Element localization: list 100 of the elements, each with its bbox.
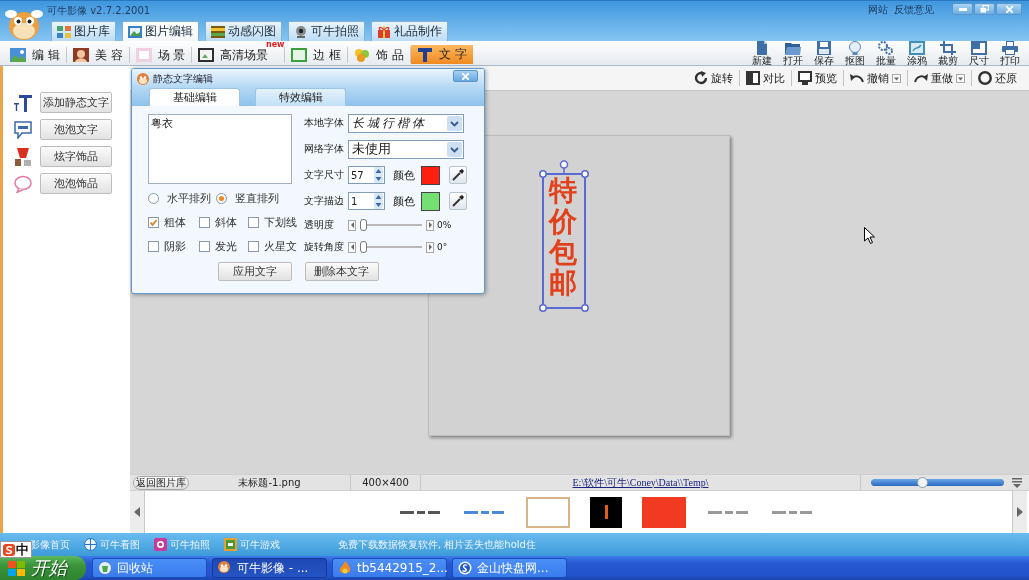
taskbar-button[interactable]: 回收站 bbox=[92, 558, 207, 578]
start-button[interactable]: 开始 bbox=[0, 556, 86, 580]
radio-button[interactable] bbox=[148, 192, 159, 204]
image-size: 400×400 bbox=[362, 477, 409, 488]
tool-button[interactable]: 尺寸 bbox=[963, 40, 994, 66]
folder-path-link[interactable]: E:\软件\可牛\Coney\Data\\Temp\ bbox=[572, 475, 709, 490]
checkbox[interactable] bbox=[199, 241, 210, 252]
portrait-icon bbox=[72, 48, 89, 62]
checkbox[interactable] bbox=[199, 217, 210, 228]
panel-button[interactable]: 泡泡饰品 bbox=[40, 173, 112, 194]
taskbar-button[interactable]: 金山快盘网... bbox=[452, 558, 567, 578]
tool-button[interactable]: 打印 bbox=[994, 40, 1025, 66]
close-button[interactable] bbox=[996, 3, 1022, 15]
new-label: new bbox=[265, 41, 285, 49]
dialog-button[interactable]: 删除本文字 bbox=[304, 262, 379, 281]
increase-button[interactable] bbox=[426, 219, 434, 231]
color-swatch[interactable] bbox=[421, 191, 440, 211]
dialog-tab[interactable]: 基础编辑 bbox=[149, 88, 240, 106]
header-link[interactable]: 网站 bbox=[868, 4, 888, 16]
opacity-slider[interactable] bbox=[360, 219, 422, 231]
radio-button[interactable] bbox=[216, 192, 227, 204]
slider-thumb[interactable] bbox=[360, 219, 367, 231]
checkbox[interactable] bbox=[248, 241, 259, 252]
framed-square-icon bbox=[224, 538, 237, 551]
edit-tab[interactable]: 饰 品 bbox=[348, 42, 411, 64]
canvas-tool-button[interactable]: 还原 bbox=[972, 68, 1023, 88]
back-button[interactable]: 返回图片库 bbox=[133, 475, 189, 490]
selection-frame[interactable] bbox=[542, 173, 586, 309]
panel-button[interactable]: 炫字饰品 bbox=[40, 146, 112, 167]
rotation-slider[interactable] bbox=[360, 241, 422, 253]
dialog-tab[interactable]: 特效编辑 bbox=[255, 88, 346, 106]
taskbar-button[interactable]: tb5442915_2... bbox=[332, 558, 447, 578]
dotted-circles-icon bbox=[877, 40, 894, 55]
slider-thumb[interactable] bbox=[360, 241, 367, 253]
tool-button[interactable]: 打开 bbox=[777, 40, 808, 66]
canvas-tool-button[interactable]: 重做 bbox=[908, 68, 971, 88]
canvas-tool-button[interactable]: 预览 bbox=[792, 68, 843, 88]
eyedropper-button[interactable] bbox=[449, 166, 467, 184]
main-tab[interactable]: 可牛拍照 bbox=[288, 21, 365, 41]
canvas-tool-button[interactable]: 旋转 bbox=[688, 68, 739, 88]
checkbox[interactable] bbox=[148, 241, 159, 252]
dialog-button[interactable]: 应用文字 bbox=[217, 262, 292, 281]
edit-tab[interactable]: 编 辑 bbox=[4, 42, 66, 64]
resize-handle[interactable] bbox=[539, 304, 547, 312]
tool-button[interactable]: 裁剪 bbox=[932, 40, 963, 66]
main-tab[interactable]: 图片库 bbox=[51, 21, 116, 41]
close-button[interactable] bbox=[453, 70, 478, 82]
color-label: 颜色 bbox=[393, 193, 415, 209]
increase-button[interactable] bbox=[426, 241, 434, 253]
decrease-button[interactable] bbox=[348, 219, 356, 231]
speech-bubble-icon bbox=[14, 120, 32, 139]
panel-button[interactable]: 添加静态文字 bbox=[40, 92, 112, 113]
resize-handle[interactable] bbox=[539, 170, 547, 178]
tool-button[interactable]: 新建 bbox=[746, 40, 777, 66]
color-swatch[interactable] bbox=[421, 165, 440, 185]
edit-tab[interactable]: 场 景 bbox=[129, 42, 192, 64]
tool-button[interactable]: 批量 bbox=[870, 40, 901, 66]
slider-value: 0% bbox=[437, 220, 452, 230]
decrease-button[interactable] bbox=[348, 241, 356, 253]
header-link[interactable]: 反馈意见 bbox=[894, 4, 934, 16]
zoom-slider[interactable] bbox=[871, 477, 1004, 488]
canvas-tool-button[interactable]: 对比 bbox=[740, 68, 791, 88]
scroll-left-button[interactable] bbox=[130, 491, 145, 533]
edit-tab[interactable]: 美 容 bbox=[66, 42, 129, 64]
font-dropdown[interactable]: 未使用 bbox=[348, 139, 464, 159]
edit-tab[interactable]: 边 框 bbox=[285, 42, 348, 64]
text-tool-icon bbox=[14, 93, 32, 112]
text-input[interactable]: 粤衣 bbox=[148, 114, 292, 184]
tool-button[interactable]: 保存 bbox=[808, 40, 839, 66]
eyedropper-button[interactable] bbox=[449, 192, 467, 210]
resize-handle[interactable] bbox=[581, 170, 589, 178]
rotate-handle[interactable] bbox=[559, 160, 569, 175]
panel-button[interactable]: 泡泡文字 bbox=[40, 119, 112, 140]
maximize-button[interactable] bbox=[974, 3, 995, 15]
stroke-width-field[interactable]: 1 bbox=[348, 192, 385, 210]
resize-handle[interactable] bbox=[581, 304, 589, 312]
tool-button[interactable]: 涂鸦 bbox=[901, 40, 932, 66]
checkbox[interactable] bbox=[248, 217, 259, 228]
size-field[interactable]: 57 bbox=[348, 166, 385, 184]
right-triangle-icon bbox=[428, 222, 432, 228]
minimize-button[interactable] bbox=[952, 3, 973, 15]
scroll-right-button[interactable] bbox=[1012, 491, 1027, 533]
main-tab[interactable]: 动感闪图 bbox=[205, 21, 282, 41]
thumbnail[interactable] bbox=[590, 496, 622, 528]
edit-tab[interactable]: 文 字 bbox=[411, 45, 473, 64]
checkbox-label: 火星文 bbox=[264, 239, 297, 254]
taskbar-button[interactable]: 可牛影像 - ... bbox=[212, 558, 327, 578]
slider-thumb[interactable] bbox=[917, 477, 929, 488]
thumbnail[interactable] bbox=[526, 496, 570, 528]
spin-arrows-icon bbox=[374, 193, 383, 209]
checkbox[interactable] bbox=[148, 217, 159, 228]
thumbnail[interactable] bbox=[642, 496, 686, 528]
input-method-indicator[interactable]: 中 bbox=[0, 541, 32, 558]
blank-frame-icon bbox=[135, 48, 152, 62]
grid-icon bbox=[57, 25, 71, 38]
main-tab[interactable]: 图片编辑 bbox=[122, 21, 199, 41]
tool-button[interactable]: 抠图 bbox=[839, 40, 870, 66]
main-tab[interactable]: 礼品制作 bbox=[371, 21, 448, 41]
canvas-tool-button[interactable]: 撤销 bbox=[844, 68, 907, 88]
font-dropdown[interactable]: 长城行楷体 bbox=[348, 113, 464, 133]
